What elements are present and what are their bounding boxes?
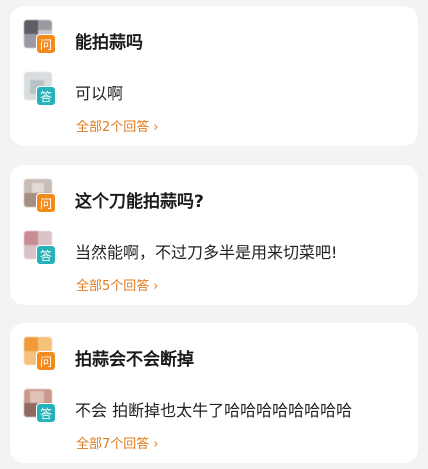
chevron-right-icon: ›	[153, 437, 159, 452]
answer-row: 答 当然能啊，不过刀多半是用来切菜吧!	[24, 231, 406, 265]
ask-badge-icon: 问	[36, 351, 56, 371]
answer-badge-icon: 答	[36, 403, 56, 423]
answer-badge-icon: 答	[36, 86, 56, 106]
question-row: 问 拍蒜会不会断掉	[24, 337, 406, 371]
chevron-right-icon: ›	[153, 279, 159, 294]
ask-badge-icon: 问	[36, 193, 56, 213]
question-row: 问 能拍蒜吗	[24, 20, 406, 54]
all-answers-link[interactable]: 全部7个回答 ›	[76, 433, 158, 452]
all-answers-label: 全部2个回答	[76, 120, 150, 135]
answer-row: 答 可以啊	[24, 72, 406, 106]
qa-card[interactable]: 问 拍蒜会不会断掉 答 不会 拍断掉也太牛了哈哈哈哈哈哈哈哈 全部7个回答 ›	[10, 323, 418, 463]
answer-text: 当然能啊，不过刀多半是用来切菜吧!	[75, 243, 338, 262]
answerer-avatar: 答	[24, 231, 56, 265]
answerer-avatar: 答	[24, 389, 56, 423]
all-answers-label: 全部5个回答	[76, 279, 150, 294]
asker-avatar: 问	[24, 179, 56, 213]
answer-text: 不会 拍断掉也太牛了哈哈哈哈哈哈哈哈	[75, 401, 353, 420]
answerer-avatar: 答	[24, 72, 56, 106]
question-row: 问 这个刀能拍蒜吗?	[24, 179, 406, 213]
answer-badge-icon: 答	[36, 245, 56, 265]
asker-avatar: 问	[24, 337, 56, 371]
all-answers-link[interactable]: 全部5个回答 ›	[76, 275, 158, 294]
answer-row: 答 不会 拍断掉也太牛了哈哈哈哈哈哈哈哈	[24, 389, 406, 423]
question-text: 这个刀能拍蒜吗?	[75, 192, 204, 212]
all-answers-link[interactable]: 全部2个回答 ›	[76, 116, 158, 135]
ask-badge-icon: 问	[36, 34, 56, 54]
qa-list: 问 能拍蒜吗 答 可以啊 全部2个回答 › 问 这个刀能拍蒜吗? 答 当然能啊，…	[0, 0, 428, 469]
qa-card[interactable]: 问 这个刀能拍蒜吗? 答 当然能啊，不过刀多半是用来切菜吧! 全部5个回答 ›	[10, 165, 418, 305]
question-text: 拍蒜会不会断掉	[75, 350, 194, 370]
answer-text: 可以啊	[75, 84, 124, 103]
all-answers-label: 全部7个回答	[76, 437, 150, 452]
chevron-right-icon: ›	[153, 120, 159, 135]
qa-card[interactable]: 问 能拍蒜吗 答 可以啊 全部2个回答 ›	[10, 6, 418, 146]
asker-avatar: 问	[24, 20, 56, 54]
question-text: 能拍蒜吗	[75, 33, 143, 53]
